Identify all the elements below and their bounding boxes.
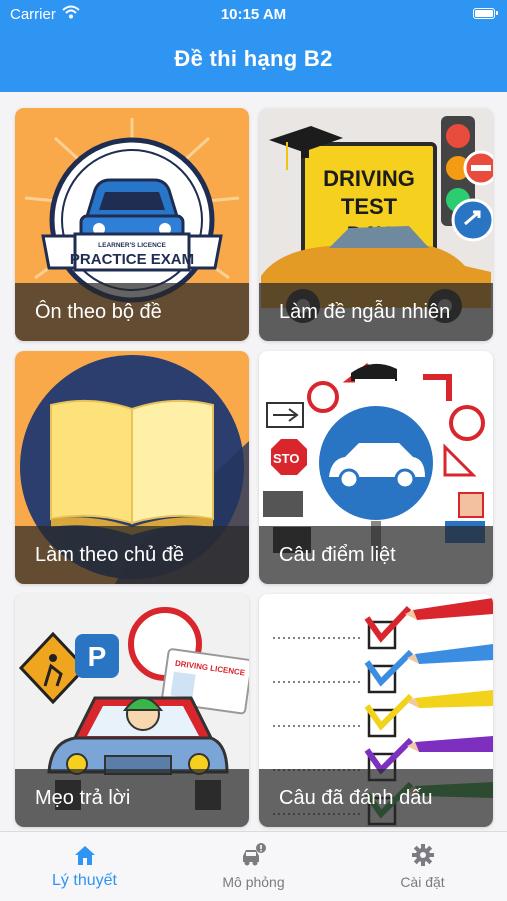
- tab-bar: Lý thuyết Mô phỏng Cài đặt: [0, 831, 507, 901]
- car-alert-icon: [243, 843, 266, 866]
- status-bar: Carrier 10:15 AM: [0, 0, 507, 28]
- tab-theory[interactable]: Lý thuyết: [0, 832, 169, 901]
- navigation-bar: Đề thi hạng B2: [0, 28, 507, 92]
- card-label: Câu đã đánh dấu: [279, 787, 433, 809]
- tab-label: Mô phỏng: [222, 874, 285, 890]
- stop-sign-text: STO: [273, 451, 300, 466]
- tab-simulation[interactable]: Mô phỏng: [169, 832, 338, 901]
- card-practice-by-set[interactable]: LEARNER'S LICENCE PRACTICE EXAM Ôn theo …: [15, 108, 249, 341]
- carrier-label: Carrier: [10, 6, 56, 23]
- card-random-test[interactable]: DRIVING TEST DAY Làm đề ngẫu nhiên: [259, 108, 493, 341]
- card-label: Mẹo trả lời: [35, 787, 131, 809]
- page-title: Đề thi hạng B2: [174, 46, 333, 71]
- tab-settings[interactable]: Cài đặt: [338, 832, 507, 901]
- tab-label: Cài đặt: [400, 874, 445, 890]
- badge-big-text: PRACTICE EXAM: [70, 251, 194, 268]
- card-critical-questions[interactable]: STO Câu điểm liệt: [259, 351, 493, 584]
- sign-line-2: TEST: [341, 194, 398, 219]
- sign-line-1: DRIVING: [323, 166, 415, 191]
- card-label: Ôn theo bộ đề: [35, 301, 162, 323]
- svg-text:P: P: [88, 641, 107, 672]
- card-caption: Câu điểm liệt: [259, 526, 493, 584]
- card-caption: Câu đã đánh dấu: [259, 769, 493, 827]
- card-label: Làm đề ngẫu nhiên: [279, 301, 451, 323]
- wifi-icon: [62, 5, 80, 19]
- tab-label: Lý thuyết: [52, 872, 117, 889]
- badge-small-text: LEARNER'S LICENCE: [98, 242, 166, 249]
- battery-icon: [473, 8, 498, 19]
- card-caption: Làm theo chủ đề: [15, 526, 249, 584]
- gear-icon: [412, 844, 434, 866]
- card-caption: Ôn theo bộ đề: [15, 283, 249, 341]
- home-icon: [75, 846, 95, 865]
- card-caption: Làm đề ngẫu nhiên: [259, 283, 493, 341]
- card-by-topic[interactable]: Làm theo chủ đề: [15, 351, 249, 584]
- card-answer-tips[interactable]: P DRIVING LICENCE Mẹo trả lời: [15, 594, 249, 827]
- card-label: Làm theo chủ đề: [35, 544, 184, 566]
- card-caption: Mẹo trả lời: [15, 769, 249, 827]
- card-label: Câu điểm liệt: [279, 544, 396, 566]
- card-marked-questions[interactable]: Câu đã đánh dấu: [259, 594, 493, 827]
